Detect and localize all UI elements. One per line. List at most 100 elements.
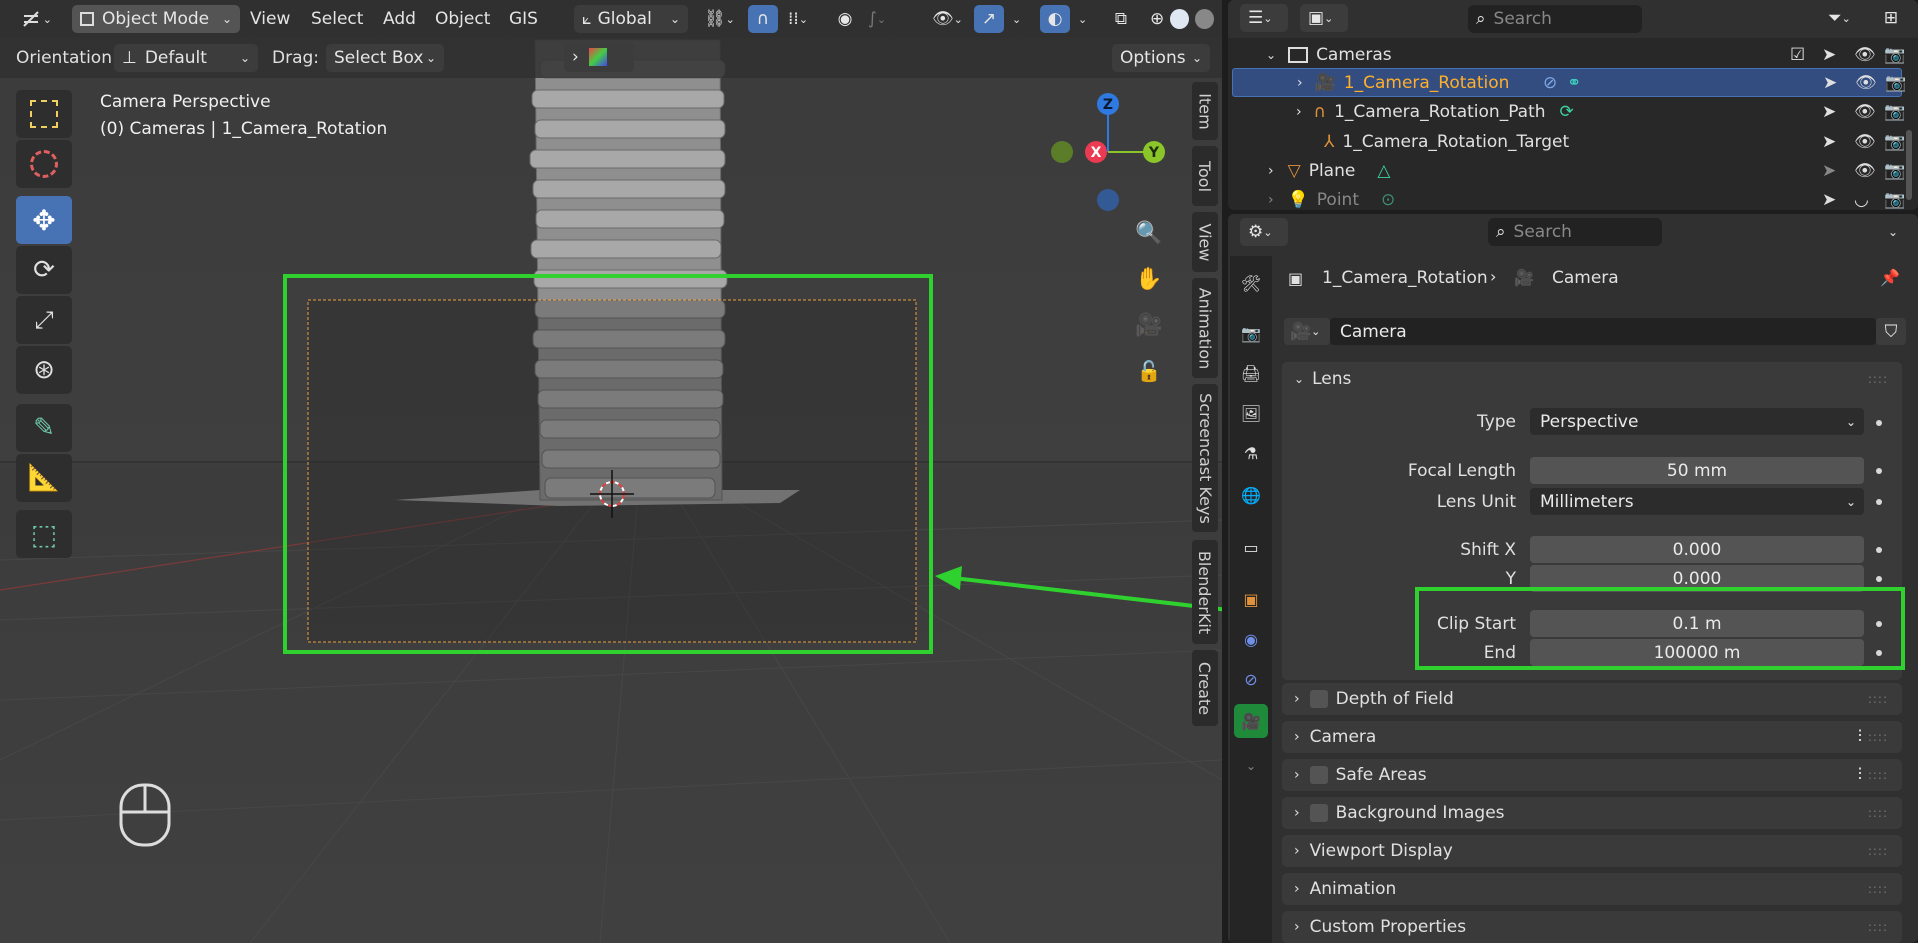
datablock-browse[interactable]: 🎥 ⌄ — [1284, 318, 1330, 345]
drag-handle-icon[interactable]: :::: — [1868, 806, 1888, 820]
drag-handle-icon[interactable]: :::: — [1868, 692, 1888, 706]
properties-editor-type[interactable]: ⚙ ⌄ — [1240, 218, 1288, 246]
keyframe-dot-icon[interactable] — [1876, 420, 1882, 426]
annotate-tool[interactable]: ✎ — [16, 404, 72, 452]
render-camera-icon[interactable]: 📷 — [1884, 190, 1905, 210]
proportional-edit-toggle[interactable]: ◉ — [830, 5, 860, 33]
move-tool[interactable]: ✥ — [16, 196, 72, 244]
render-camera-icon[interactable]: 📷 — [1884, 132, 1905, 152]
menu-gis[interactable]: GIS — [509, 9, 538, 29]
overlays-toggle[interactable]: ◐ — [1040, 5, 1070, 33]
eye-icon[interactable]: 👁 — [1854, 161, 1876, 181]
panel-custom-properties[interactable]: › Custom Properties :::: — [1282, 911, 1902, 943]
properties-options[interactable]: ⌄ — [1880, 218, 1908, 246]
outliner-row[interactable]: ⅄ 1_Camera_Rotation_Target ➤ 👁 📷 — [1228, 127, 1918, 156]
drag-dropdown[interactable]: Select Box ⌄ — [326, 44, 444, 72]
tab-scene[interactable]: ⚗ — [1234, 436, 1268, 470]
scale-tool[interactable]: ⤢ — [16, 296, 72, 344]
type-dropdown[interactable]: Perspective ⌄ — [1530, 408, 1864, 435]
menu-select[interactable]: Select — [311, 9, 363, 29]
tab-world[interactable]: 🌐 — [1234, 478, 1268, 512]
pivot-button[interactable]: ⛓ ⌄ — [696, 5, 740, 33]
checkbox[interactable] — [1309, 804, 1328, 822]
drag-handle-icon[interactable]: :::: — [1868, 844, 1888, 858]
new-collection-button[interactable]: ⊞ — [1874, 4, 1908, 32]
select-arrow-icon[interactable]: ➤ — [1822, 102, 1836, 122]
tab-physics[interactable]: ◉ — [1234, 622, 1268, 656]
tab-animation[interactable]: Animation — [1192, 278, 1218, 378]
presets-icon[interactable]: ⫶ — [1858, 765, 1862, 785]
snap-target-button[interactable]: ⁞⁞ ⌄ — [780, 5, 828, 33]
panel-background-images[interactable]: › Background Images :::: — [1282, 797, 1902, 829]
drag-handle-icon[interactable]: :::: — [1868, 730, 1888, 744]
keyframe-dot-icon[interactable] — [1876, 547, 1882, 553]
outliner-row[interactable]: ⌄ Cameras ☑ ➤ 👁 📷 — [1228, 40, 1918, 69]
navigation-gizmo[interactable]: Z X Y — [1040, 88, 1180, 218]
blenderkit-header-button[interactable]: › — [564, 42, 634, 72]
outliner-row[interactable]: › 💡 Point ⊙ ➤ ◡ 📷 — [1228, 185, 1918, 214]
outliner-row-selected[interactable]: › 🎥 1_Camera_Rotation ⊘ ⚭ ➤ 👁 📷 — [1232, 68, 1906, 97]
render-camera-icon[interactable]: 📷 — [1884, 45, 1905, 65]
select-arrow-icon[interactable]: ➤ — [1822, 161, 1836, 181]
outliner-editor-type[interactable]: ☰ ⌄ — [1240, 4, 1288, 32]
pin-icon[interactable]: 📌 — [1880, 268, 1900, 287]
shift-x-field[interactable]: 0.000 — [1530, 536, 1864, 563]
tab-output[interactable]: 🖨 — [1234, 356, 1268, 390]
select-box-tool[interactable] — [16, 90, 72, 138]
cursor-tool[interactable] — [16, 140, 72, 188]
outliner-scrollbar[interactable] — [1906, 130, 1912, 200]
checkbox[interactable] — [1309, 690, 1328, 708]
outliner-search[interactable]: ⌕ Search — [1468, 5, 1642, 33]
panel-viewport-display[interactable]: › Viewport Display :::: — [1282, 835, 1902, 867]
select-arrow-icon[interactable]: ➤ — [1822, 132, 1836, 152]
add-cube-tool[interactable]: ⬚ — [16, 510, 72, 558]
keyframe-dot-icon[interactable] — [1876, 576, 1882, 582]
menu-view[interactable]: View — [250, 9, 290, 29]
panel-camera[interactable]: › Camera ⫶ :::: — [1282, 721, 1902, 753]
menu-add[interactable]: Add — [383, 9, 416, 29]
visibility-button[interactable]: 👁 ⌄ — [924, 5, 970, 33]
tab-create[interactable]: Create — [1192, 650, 1218, 726]
pan-button[interactable]: ✋ — [1130, 260, 1168, 298]
tab-constraints[interactable]: ⊘ — [1234, 662, 1268, 696]
drag-handle-icon[interactable]: :::: — [1868, 768, 1888, 782]
tab-camera-data[interactable]: 🎥 — [1234, 704, 1268, 738]
transform-tool[interactable]: ⊛ — [16, 346, 72, 394]
3d-viewport[interactable]: ⌄ Object Mode ⌄ View Select Add Object G… — [0, 0, 1222, 943]
panel-depth-of-field[interactable]: › Depth of Field :::: — [1282, 683, 1902, 715]
eye-icon[interactable]: 👁 — [1854, 45, 1876, 65]
editor-type-button[interactable]: ⌄ — [12, 5, 60, 33]
falloff-button[interactable]: ∫ ⌄ — [860, 5, 900, 33]
shading-buttons[interactable]: ⊕ — [1142, 5, 1222, 33]
measure-tool[interactable]: 📐 — [16, 454, 72, 502]
checkbox[interactable] — [1309, 766, 1328, 784]
eye-closed-icon[interactable]: ◡ — [1854, 190, 1869, 210]
keyframe-dot-icon[interactable] — [1876, 499, 1882, 505]
drag-handle-icon[interactable]: :::: — [1868, 882, 1888, 896]
lock-camera-button[interactable]: 🔓 — [1130, 352, 1168, 390]
snap-toggle[interactable]: ∩ — [748, 5, 778, 33]
presets-icon[interactable]: ⫶ — [1858, 727, 1862, 747]
eye-icon[interactable]: 👁 — [1854, 132, 1876, 152]
zoom-button[interactable]: 🔍 — [1130, 214, 1168, 252]
filter-button[interactable]: ⏷ ⌄ — [1820, 4, 1864, 32]
lens-unit-dropdown[interactable]: Millimeters ⌄ — [1530, 488, 1864, 515]
gizmo-toggle[interactable]: ↗ — [974, 5, 1004, 33]
eye-icon[interactable]: 👁 — [1855, 73, 1877, 93]
lens-panel-header[interactable]: ⌄ Lens :::: — [1282, 362, 1902, 396]
tab-view[interactable]: View — [1192, 212, 1218, 272]
panel-animation[interactable]: › Animation :::: — [1282, 873, 1902, 905]
select-arrow-icon[interactable]: ➤ — [1823, 73, 1837, 93]
camera-view-button[interactable]: 🎥 — [1130, 306, 1168, 344]
xray-toggle[interactable]: ⧉ — [1106, 5, 1136, 33]
keyframe-dot-icon[interactable] — [1876, 468, 1882, 474]
render-camera-icon[interactable]: 📷 — [1884, 102, 1905, 122]
drag-handle-icon[interactable]: :::: — [1868, 372, 1888, 386]
tab-render[interactable]: 📷 — [1234, 316, 1268, 350]
tab-object[interactable]: ▣ — [1234, 582, 1268, 616]
checkbox-icon[interactable]: ☑ — [1790, 45, 1805, 65]
tab-tool-settings[interactable]: 🛠 — [1234, 266, 1268, 300]
eye-icon[interactable]: 👁 — [1854, 102, 1876, 122]
properties-search[interactable]: ⌕ Search — [1488, 218, 1662, 246]
datablock-name-field[interactable]: Camera — [1330, 318, 1876, 345]
